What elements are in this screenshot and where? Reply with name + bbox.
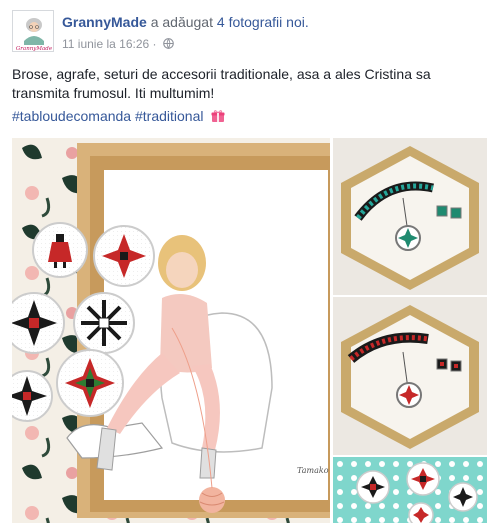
- hashtags: #tabloudecomanda #traditional: [12, 107, 225, 126]
- author-name[interactable]: GrannyMade: [62, 14, 147, 30]
- photo-side-1[interactable]: [333, 138, 487, 295]
- hashtag-tabloudecomanda[interactable]: #tabloudecomanda: [12, 108, 131, 124]
- photo-side-2[interactable]: [333, 297, 487, 455]
- meta-line: 11 iunie la 16:26 ·: [62, 37, 174, 51]
- post-header: GrannyMade GrannyMade a adăugat 4 fotogr…: [12, 10, 492, 54]
- timestamp[interactable]: 11 iunie la 16:26: [62, 37, 149, 51]
- hexagon-box-red-set-photo: [333, 297, 487, 455]
- framed-illustration-photo: Tamako: [12, 138, 330, 523]
- author-line: GrannyMade a adăugat 4 fotografii noi.: [62, 14, 309, 30]
- photo-side-3[interactable]: [333, 457, 487, 523]
- photos-link[interactable]: 4 fotografii noi.: [217, 14, 309, 30]
- brooch-red-green-star: [56, 349, 124, 417]
- meta-separator: ·: [152, 37, 157, 51]
- avatar[interactable]: GrannyMade: [12, 10, 54, 52]
- photo-main[interactable]: Tamako: [12, 138, 330, 523]
- brooch-red-star-top: [93, 225, 155, 287]
- brooch-black-red-left: [12, 292, 65, 354]
- brooch-black-snowflake: [73, 292, 135, 354]
- hexagon-box-green-set-photo: [333, 138, 487, 295]
- brooch-girl: [32, 222, 88, 278]
- hashtag-traditional[interactable]: #traditional: [135, 108, 204, 124]
- post-text: Brose, agrafe, seturi de accesorii tradi…: [12, 66, 431, 101]
- gift-emoji-icon: [211, 110, 225, 122]
- globe-icon[interactable]: [163, 38, 174, 49]
- svg-text:GrannyMade: GrannyMade: [16, 46, 53, 52]
- illustration-signature: Tamako: [297, 466, 329, 475]
- grannymade-logo: GrannyMade: [13, 11, 53, 52]
- brooches-polka-dot-photo: [333, 457, 487, 523]
- action-text: a adăugat: [150, 14, 213, 30]
- brooch-bottom-left: [12, 370, 53, 422]
